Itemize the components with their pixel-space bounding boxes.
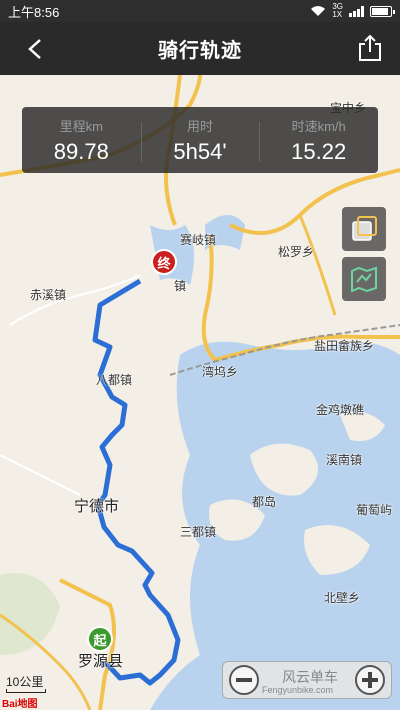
signal-icon <box>349 5 364 17</box>
scale-bar <box>6 689 46 693</box>
scale-label: 10公里 <box>6 675 44 689</box>
minus-icon <box>236 678 252 682</box>
place-label: 松罗乡 <box>278 245 315 259</box>
stat-distance: 里程km 89.78 <box>22 116 141 165</box>
stat-duration: 用时 5h54' <box>140 116 260 165</box>
zoom-in-button[interactable] <box>355 665 385 695</box>
share-icon <box>359 34 381 61</box>
place-label-city: 罗源县 <box>78 653 124 670</box>
end-marker[interactable]: 终 <box>151 249 177 275</box>
place-label: 北壁乡 <box>324 591 361 605</box>
place-label: 葡萄屿 <box>356 503 393 517</box>
layers-button[interactable] <box>342 207 386 251</box>
battery-icon <box>370 5 395 17</box>
stat-label: 时速km/h <box>291 118 346 134</box>
map-icon <box>351 266 377 293</box>
page-title: 骑行轨迹 <box>158 40 242 62</box>
place-label: 三都镇 <box>180 525 217 539</box>
stats-panel: 里程km 89.78 用时 5h54' 时速km/h 15.22 <box>22 107 378 173</box>
place-label: 赤溪镇 <box>30 288 67 302</box>
status-icons: 3G 1X <box>310 3 395 19</box>
status-bar: 上午8:56 3G 1X <box>0 0 400 22</box>
place-label-city: 宁德市 <box>74 498 120 515</box>
stat-value: 5h54' <box>173 138 227 164</box>
back-arrow-icon <box>28 39 41 59</box>
place-label: 镇 <box>174 279 187 293</box>
plus-icon <box>362 672 378 688</box>
network-bottom-label: 1X <box>332 10 343 19</box>
map-view[interactable]: 宝中乡 赛岐镇 松罗乡 赤溪镇 镇 盐田畲族乡 八都镇 湾坞乡 金鸡墩礁 溪南镇… <box>0 75 400 710</box>
nav-bar: 骑行轨迹 <box>0 22 400 75</box>
network-type: 3G 1X <box>332 3 343 19</box>
stat-value: 89.78 <box>53 138 109 164</box>
place-label: 金鸡墩礁 <box>316 403 365 417</box>
place-label: 都岛 <box>252 495 277 509</box>
zoom-out-button[interactable] <box>229 665 259 695</box>
stat-label: 用时 <box>187 118 214 134</box>
place-label: 盐田畲族乡 <box>314 339 375 353</box>
watermark: 风云单车 <box>282 669 338 685</box>
place-label: 赛岐镇 <box>180 233 217 247</box>
stat-speed: 时速km/h 15.22 <box>259 116 378 165</box>
back-button[interactable] <box>20 34 50 64</box>
place-label: 八都镇 <box>96 373 133 387</box>
place-label: 溪南镇 <box>326 453 363 467</box>
stat-value: 15.22 <box>291 138 347 164</box>
watermark-url: Fengyunbike.com <box>262 685 334 695</box>
place-label: 湾坞乡 <box>202 365 239 379</box>
wifi-icon <box>311 6 326 16</box>
map-logo: Bai地图 <box>2 699 38 710</box>
start-marker[interactable]: 起 <box>87 626 113 652</box>
stat-label: 里程km <box>59 118 103 134</box>
status-time: 上午8:56 <box>8 4 60 20</box>
layers-icon <box>352 216 377 241</box>
share-button[interactable] <box>354 32 386 64</box>
map-mode-button[interactable] <box>342 257 386 301</box>
